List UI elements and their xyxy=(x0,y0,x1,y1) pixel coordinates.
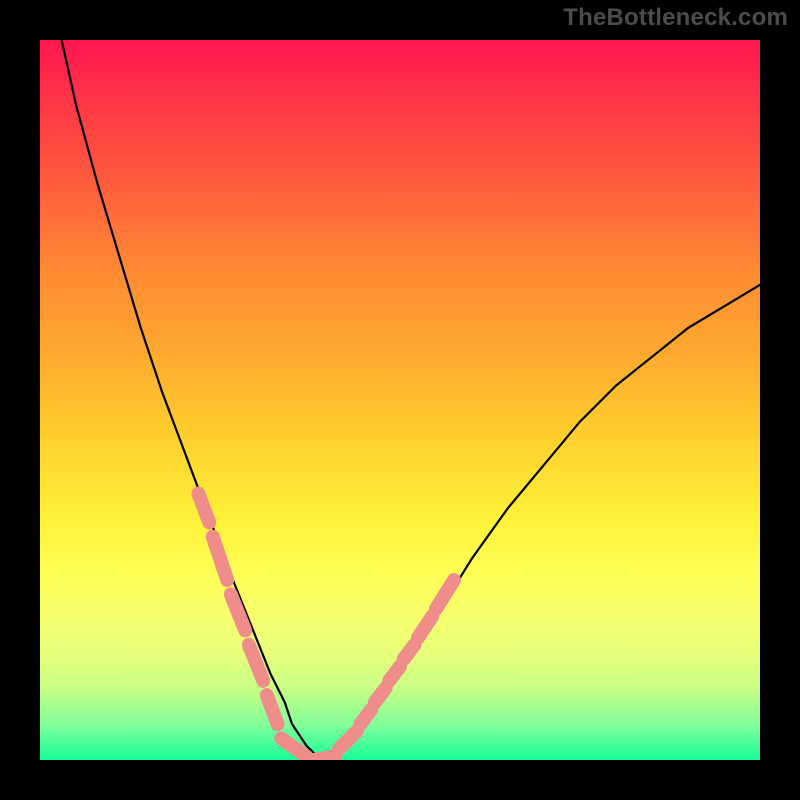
highlight-segment xyxy=(389,666,400,680)
highlight-segment xyxy=(418,616,432,638)
highlight-segment xyxy=(339,731,357,749)
highlight-segment xyxy=(213,537,227,580)
highlight-segment xyxy=(375,688,386,702)
chart-frame: TheBottleneck.com xyxy=(0,0,800,800)
highlight-segment xyxy=(314,756,336,760)
plot-area xyxy=(40,40,760,760)
highlight-segment xyxy=(360,710,371,724)
highlight-segment xyxy=(198,494,209,523)
highlight-segment xyxy=(436,580,454,609)
highlight-segment xyxy=(404,645,415,659)
highlight-segment xyxy=(267,695,278,724)
highlight-segment xyxy=(231,594,245,630)
bottleneck-curve xyxy=(40,40,760,760)
watermark-text: TheBottleneck.com xyxy=(563,4,788,32)
